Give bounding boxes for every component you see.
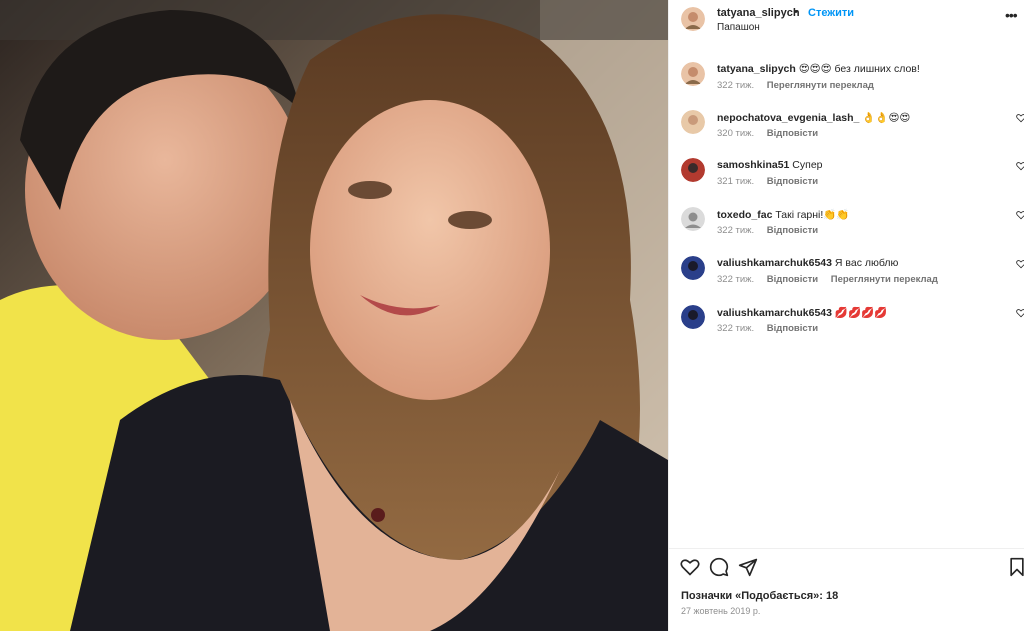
location-link[interactable]: Папашон bbox=[717, 22, 760, 33]
comment-body: Супер bbox=[792, 159, 823, 171]
comment-meta: 321 тиж. Відповісти bbox=[717, 176, 828, 187]
post-header: tatyana_slipych • Стежити Папашон ••• bbox=[669, 0, 1024, 44]
comment-body: Такі гарні!👏👏 bbox=[775, 209, 850, 221]
comment-time: 322 тиж. bbox=[717, 274, 755, 285]
comment-row: valiushkamarchuk6543 💋💋💋💋 322 тиж. Відпо… bbox=[669, 305, 1024, 353]
caption-text: tatyana_slipych 😍😍😍 без лишних слов! bbox=[717, 63, 920, 75]
caption-time: 322 тиж. bbox=[717, 80, 755, 91]
caption-avatar[interactable] bbox=[681, 62, 705, 86]
comment-meta: 322 тиж. Відповісти bbox=[717, 225, 828, 236]
post-photo[interactable] bbox=[0, 0, 668, 631]
comment-text: valiushkamarchuk6543 Я вас люблю bbox=[717, 257, 898, 269]
caption-username[interactable]: tatyana_slipych bbox=[717, 63, 796, 75]
comment-text: valiushkamarchuk6543 💋💋💋💋 bbox=[717, 306, 887, 319]
comment-meta: 322 тиж. Відповісти bbox=[717, 323, 828, 334]
comment-text: toxedo_fac Такі гарні!👏👏 bbox=[717, 208, 849, 221]
comment-username[interactable]: samoshkina51 bbox=[717, 159, 789, 171]
reply-link[interactable]: Відповісти bbox=[767, 176, 818, 187]
comment-username[interactable]: toxedo_fac bbox=[717, 209, 772, 221]
comment-body: 👌👌😍😍 bbox=[862, 112, 911, 124]
post-date: 27 жовтень 2019 р. bbox=[681, 606, 761, 616]
comment-time: 320 тиж. bbox=[717, 128, 755, 139]
comment-row: valiushkamarchuk6543 Я вас люблю 322 тиж… bbox=[669, 256, 1024, 304]
comment-body: Я вас люблю bbox=[834, 257, 899, 269]
author-avatar[interactable] bbox=[681, 7, 705, 31]
comment-avatar[interactable] bbox=[681, 207, 705, 231]
separator-dot: • bbox=[794, 6, 798, 18]
like-comment-heart-icon[interactable] bbox=[1016, 113, 1024, 123]
comment-time: 321 тиж. bbox=[717, 176, 755, 187]
caption-row: tatyana_slipych 😍😍😍 без лишних слов! 322… bbox=[669, 62, 1024, 110]
comment-icon[interactable] bbox=[709, 557, 729, 577]
comment-avatar[interactable] bbox=[681, 158, 705, 182]
like-comment-heart-icon[interactable] bbox=[1016, 259, 1024, 269]
comment-avatar[interactable] bbox=[681, 256, 705, 280]
follow-button[interactable]: Стежити bbox=[808, 7, 854, 19]
post-sidebar: tatyana_slipych • Стежити Папашон ••• ta… bbox=[668, 0, 1024, 631]
comment-username[interactable]: nepochatova_evgenia_lash_ bbox=[717, 112, 859, 124]
comment-translate-link[interactable]: Переглянути переклад bbox=[831, 274, 938, 285]
caption-body: 😍😍😍 без лишних слов! bbox=[798, 63, 920, 75]
action-bar bbox=[669, 557, 1024, 581]
comment-avatar[interactable] bbox=[681, 110, 705, 134]
more-horizontal-icon[interactable]: ••• bbox=[1005, 7, 1018, 23]
reply-link[interactable]: Відповісти bbox=[767, 274, 818, 285]
likes-count[interactable]: Позначки «Подобається»: 18 bbox=[681, 590, 838, 602]
comment-avatar[interactable] bbox=[681, 305, 705, 329]
comment-row: samoshkina51 Супер 321 тиж. Відповісти bbox=[669, 158, 1024, 206]
comment-row: nepochatova_evgenia_lash_ 👌👌😍😍 320 тиж. … bbox=[669, 110, 1024, 158]
like-comment-heart-icon[interactable] bbox=[1016, 308, 1024, 318]
reply-link[interactable]: Відповісти bbox=[767, 128, 818, 139]
like-comment-heart-icon[interactable] bbox=[1016, 161, 1024, 171]
heart-icon[interactable] bbox=[680, 557, 700, 577]
comment-text: samoshkina51 Супер bbox=[717, 159, 823, 171]
comment-username[interactable]: valiushkamarchuk6543 bbox=[717, 307, 832, 319]
caption-translate-link[interactable]: Переглянути переклад bbox=[767, 80, 874, 91]
reply-link[interactable]: Відповісти bbox=[767, 225, 818, 236]
comment-time: 322 тиж. bbox=[717, 225, 755, 236]
photo-image bbox=[0, 0, 668, 631]
bookmark-icon[interactable] bbox=[1007, 557, 1024, 577]
comment-meta: 320 тиж. Відповісти bbox=[717, 128, 828, 139]
caption-meta: 322 тиж. Переглянути переклад bbox=[717, 80, 884, 91]
comment-username[interactable]: valiushkamarchuk6543 bbox=[717, 257, 832, 269]
comment-text: nepochatova_evgenia_lash_ 👌👌😍😍 bbox=[717, 111, 910, 124]
comment-meta: 322 тиж. Відповісти Переглянути переклад bbox=[717, 274, 948, 285]
comment-row: toxedo_fac Такі гарні!👏👏 322 тиж. Відпов… bbox=[669, 207, 1024, 255]
reply-link[interactable]: Відповісти bbox=[767, 323, 818, 334]
actions-divider bbox=[669, 548, 1024, 549]
like-comment-heart-icon[interactable] bbox=[1016, 210, 1024, 220]
share-icon[interactable] bbox=[738, 557, 758, 577]
comment-body: 💋💋💋💋 bbox=[834, 307, 888, 319]
comment-time: 322 тиж. bbox=[717, 323, 755, 334]
author-username[interactable]: tatyana_slipych bbox=[717, 7, 800, 19]
